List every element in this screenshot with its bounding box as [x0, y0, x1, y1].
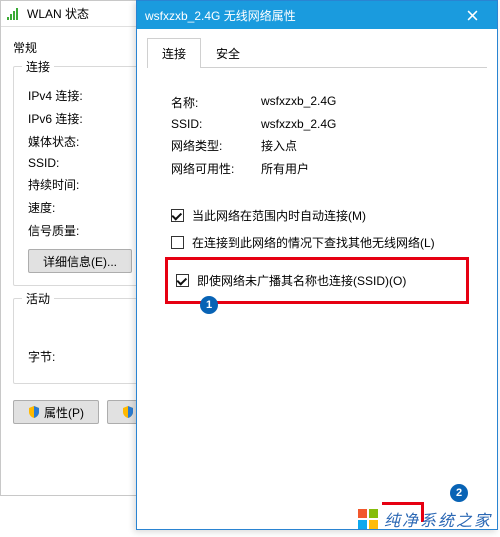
check-hidden-ssid-label: 即使网络未广播其名称也连接(SSID)(O)	[197, 272, 406, 289]
wireless-properties-window: wsfxzxb_2.4G 无线网络属性 连接 安全 名称:wsfxzxb_2.4…	[136, 0, 498, 530]
signal-label: 信号质量:	[28, 222, 104, 239]
status-activity-group-title: 活动	[22, 290, 54, 307]
info-ssid-k: SSID:	[171, 117, 261, 131]
close-icon	[467, 10, 478, 21]
prop-tabs: 连接 安全	[147, 37, 487, 68]
info-ssid-v: wsfxzxb_2.4G	[261, 117, 483, 131]
wifi-signal-icon	[7, 8, 21, 20]
check-auto-connect-label: 当此网络在范围内时自动连接(M)	[192, 207, 366, 224]
prop-titlebar[interactable]: wsfxzxb_2.4G 无线网络属性	[137, 1, 497, 29]
checkbox-icon	[171, 236, 184, 249]
windows-logo-icon	[358, 509, 378, 529]
checkbox-icon	[171, 209, 184, 222]
ipv4-label: IPv4 连接:	[28, 87, 104, 104]
annotation-2: 2	[450, 484, 468, 502]
tab-security[interactable]: 安全	[201, 38, 255, 68]
speed-label: 速度:	[28, 199, 104, 216]
details-button[interactable]: 详细信息(E)...	[28, 249, 132, 273]
ssid-label: SSID:	[28, 156, 104, 170]
status-connect-group-title: 连接	[22, 58, 54, 75]
close-button[interactable]	[455, 5, 489, 25]
shield-icon	[28, 406, 40, 418]
info-name-v: wsfxzxb_2.4G	[261, 94, 483, 111]
info-type-k: 网络类型:	[171, 137, 261, 154]
media-label: 媒体状态:	[28, 133, 104, 150]
tab-connection-label: 连接	[162, 47, 186, 61]
checkbox-icon	[176, 274, 189, 287]
properties-button[interactable]: 属性(P)	[13, 400, 99, 424]
details-button-label: 详细信息(E)...	[43, 253, 117, 270]
duration-label: 持续时间:	[28, 176, 104, 193]
prop-title: wsfxzxb_2.4G 无线网络属性	[145, 7, 296, 24]
info-avail-v: 所有用户	[261, 160, 483, 177]
watermark: 纯净系统之家	[358, 507, 492, 531]
info-name-k: 名称:	[171, 94, 261, 111]
properties-button-label: 属性(P)	[44, 404, 84, 421]
ipv6-label: IPv6 连接:	[28, 110, 104, 127]
prop-info: 名称:wsfxzxb_2.4G SSID:wsfxzxb_2.4G 网络类型:接…	[147, 82, 487, 201]
check-look-other-label: 在连接到此网络的情况下查找其他无线网络(L)	[192, 234, 435, 251]
tab-security-label: 安全	[216, 47, 240, 61]
bytes-label: 字节:	[28, 348, 104, 365]
watermark-text: 纯净系统之家	[384, 507, 492, 531]
check-look-other[interactable]: 在连接到此网络的情况下查找其他无线网络(L)	[147, 230, 487, 255]
status-title: WLAN 状态	[27, 5, 89, 22]
check-auto-connect[interactable]: 当此网络在范围内时自动连接(M)	[147, 203, 487, 228]
check-hidden-ssid[interactable]: 即使网络未广播其名称也连接(SSID)(O)	[170, 268, 464, 293]
shield-icon	[122, 406, 134, 418]
info-type-v: 接入点	[261, 137, 483, 154]
annotation-1: 1	[200, 296, 218, 314]
prop-body: 连接 安全 名称:wsfxzxb_2.4G SSID:wsfxzxb_2.4G …	[137, 29, 497, 314]
tab-connection[interactable]: 连接	[147, 38, 201, 68]
info-avail-k: 网络可用性:	[171, 160, 261, 177]
